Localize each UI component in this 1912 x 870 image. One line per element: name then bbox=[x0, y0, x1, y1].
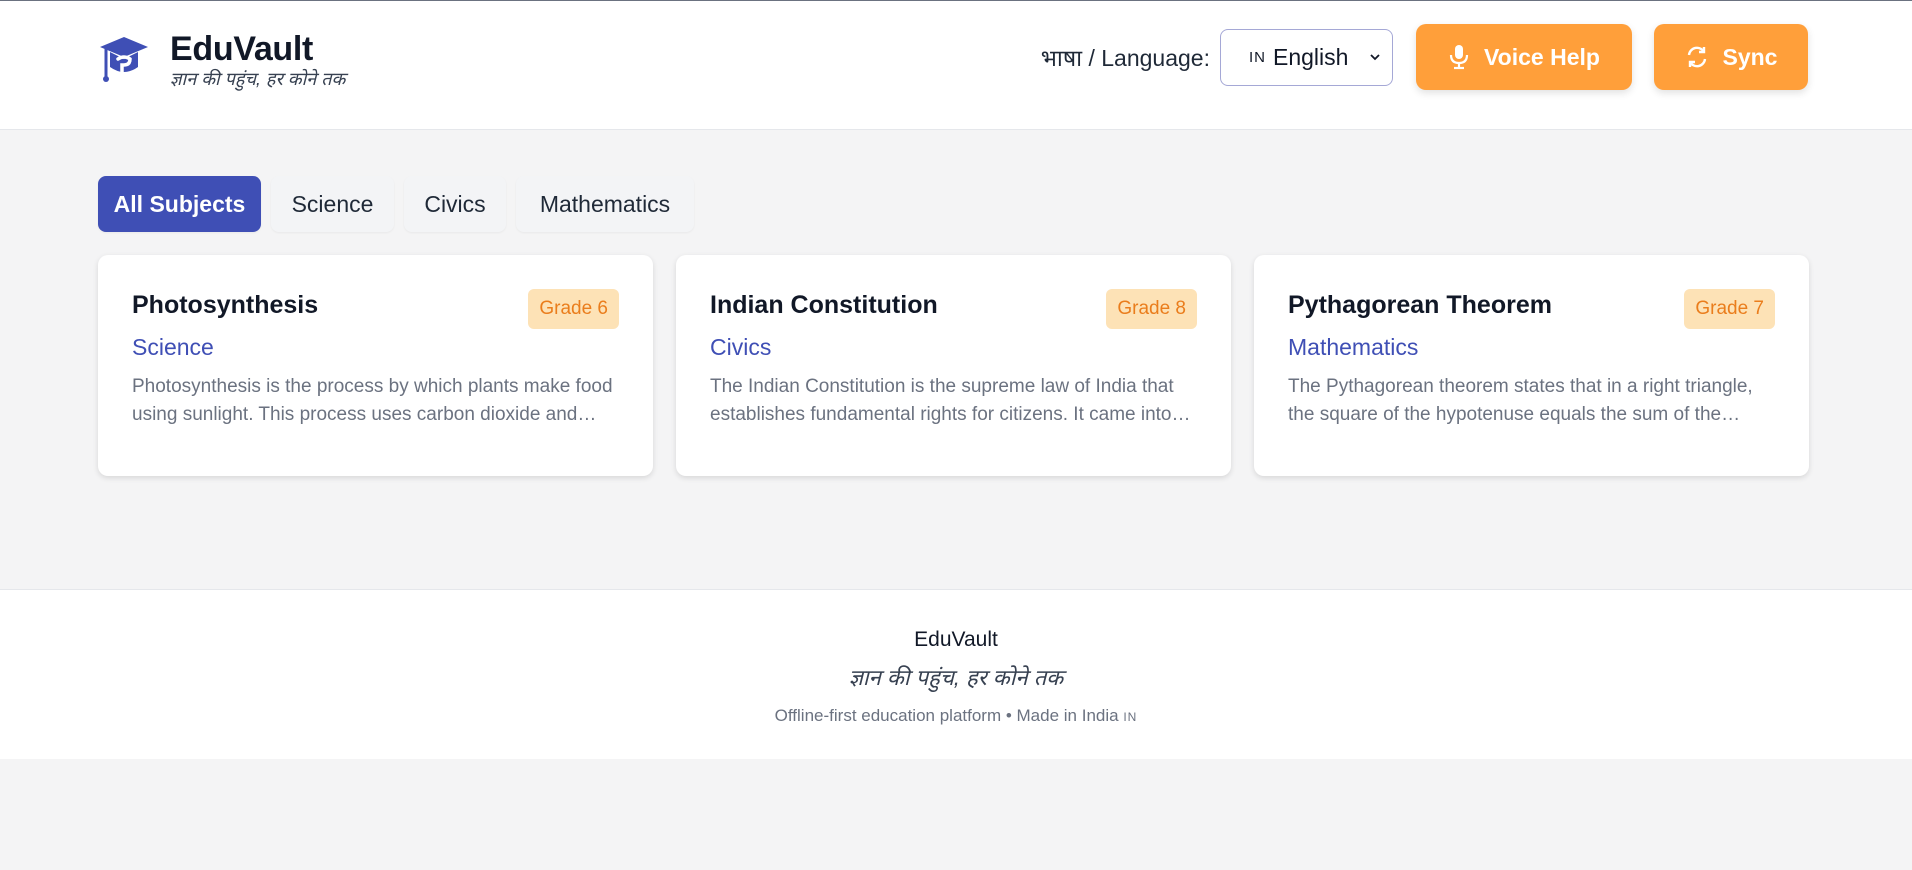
card-subject: Mathematics bbox=[1288, 334, 1419, 360]
language-select[interactable]: IN English bbox=[1220, 28, 1393, 86]
tab-all-subjects[interactable]: All Subjects bbox=[98, 176, 261, 232]
footer-title: EduVault bbox=[914, 628, 998, 651]
lesson-card[interactable]: Indian Constitution Grade 8 Civics The I… bbox=[676, 255, 1231, 476]
grade-badge: Grade 7 bbox=[1684, 289, 1775, 329]
brand-tagline: ज्ञान की पहुंच, हर कोने तक bbox=[170, 69, 346, 89]
india-flag-icon: IN bbox=[1123, 710, 1138, 724]
lesson-card[interactable]: Photosynthesis Grade 6 Science Photosynt… bbox=[98, 255, 653, 476]
tab-civics[interactable]: Civics bbox=[404, 176, 506, 232]
card-description: The Pythagorean theorem states that in a… bbox=[1288, 376, 1753, 425]
graduation-cap-icon bbox=[100, 37, 148, 82]
language-select-value: English bbox=[1273, 43, 1349, 70]
voice-help-label: Voice Help bbox=[1484, 43, 1600, 70]
header-controls: भाषा / Language: IN English Voice Help S… bbox=[1041, 24, 1808, 90]
tab-mathematics[interactable]: Mathematics bbox=[516, 176, 694, 232]
app-header: EduVault ज्ञान की पहुंच, हर कोने तक भाषा… bbox=[0, 1, 1912, 130]
voice-help-button[interactable]: Voice Help bbox=[1416, 24, 1632, 90]
card-subject: Science bbox=[132, 334, 214, 360]
sync-label: Sync bbox=[1722, 43, 1778, 70]
chevron-down-icon bbox=[1370, 53, 1380, 60]
card-description: The Indian Constitution is the supreme l… bbox=[710, 376, 1174, 425]
card-subject: Civics bbox=[710, 334, 772, 360]
footer-note: Offline-first education platform • Made … bbox=[0, 706, 1912, 726]
microphone-icon bbox=[1449, 45, 1469, 70]
language-label: भाषा / Language: bbox=[1040, 45, 1210, 71]
grade-badge: Grade 8 bbox=[1106, 289, 1197, 329]
india-flag-icon: IN bbox=[1249, 48, 1266, 66]
lesson-cards: Photosynthesis Grade 6 Science Photosynt… bbox=[98, 255, 1809, 476]
sync-button[interactable]: Sync bbox=[1654, 24, 1808, 90]
card-description: Photosynthesis is the process by which p… bbox=[132, 376, 613, 425]
brand-title: EduVault bbox=[170, 30, 314, 68]
lesson-card[interactable]: Pythagorean Theorem Grade 7 Mathematics … bbox=[1254, 255, 1809, 476]
subject-tabs: All Subjects Science Civics Mathematics bbox=[98, 176, 704, 232]
grade-badge: Grade 6 bbox=[528, 289, 619, 329]
footer-tagline: ज्ञान की पहुंच, हर कोने तक bbox=[848, 665, 1064, 690]
footer-note-text: Offline-first education platform • Made … bbox=[774, 706, 1119, 725]
tab-science[interactable]: Science bbox=[271, 176, 394, 232]
page-footer: EduVault ज्ञान की पहुंच, हर कोने तक Offl… bbox=[0, 589, 1912, 759]
sync-icon bbox=[1687, 46, 1706, 68]
brand[interactable]: EduVault ज्ञान की पहुंच, हर कोने तक bbox=[98, 29, 345, 89]
